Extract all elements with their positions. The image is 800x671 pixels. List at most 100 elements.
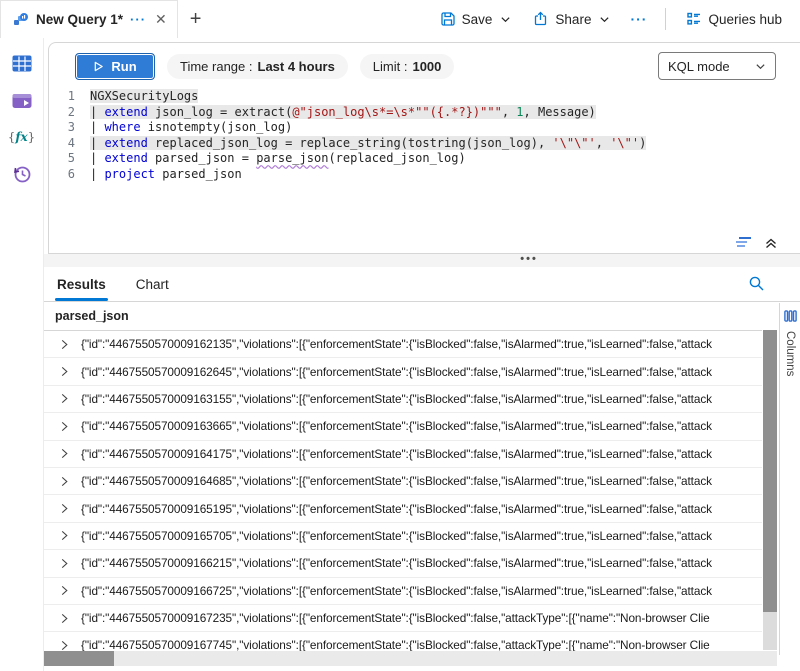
play-icon — [93, 61, 104, 72]
row-json-value: {"id":"4467550570009164175","violations"… — [81, 447, 712, 461]
columns-panel-label: Columns — [784, 331, 796, 376]
vertical-scrollbar[interactable] — [763, 330, 777, 650]
share-label: Share — [555, 12, 591, 27]
queries-hub-label: Queries hub — [708, 12, 782, 27]
run-button[interactable]: Run — [75, 53, 155, 80]
horizontal-scrollbar[interactable] — [44, 651, 777, 666]
tab-more-icon[interactable]: ··· — [130, 12, 146, 27]
row-expand-chevron-icon[interactable] — [59, 366, 70, 377]
column-header-parsed-json[interactable]: parsed_json — [44, 302, 762, 331]
tables-icon[interactable] — [11, 52, 33, 74]
row-expand-chevron-icon[interactable] — [59, 503, 70, 514]
query-editor-panel: Run Time range : Last 4 hours Limit : 10… — [48, 42, 800, 254]
limit-picker[interactable]: Limit : 1000 — [360, 54, 455, 79]
query-tab[interactable]: New Query 1* ··· ✕ — [0, 0, 178, 38]
collapse-editor-icon[interactable] — [764, 236, 778, 250]
adx-query-window: New Query 1* ··· ✕ + Save — [0, 0, 800, 671]
code-editor[interactable]: 1NGXSecurityLogs2| extend json_log = ext… — [49, 89, 800, 183]
table-row[interactable]: {"id":"4467550570009163665","violations"… — [44, 413, 762, 440]
horizontal-scrollbar-thumb[interactable] — [44, 651, 114, 666]
table-row[interactable]: {"id":"4467550570009163155","violations"… — [44, 386, 762, 413]
row-expand-chevron-icon[interactable] — [59, 476, 70, 487]
code-line[interactable]: 6| project parsed_json — [49, 167, 800, 183]
new-tab-button[interactable]: + — [190, 9, 202, 29]
code-line[interactable]: 4| extend replaced_json_log = replace_st… — [49, 136, 800, 152]
row-json-value: {"id":"4467550570009166725","violations"… — [81, 584, 712, 598]
row-json-value: {"id":"4467550570009165705","violations"… — [81, 529, 712, 543]
functions-icon[interactable]: {fx} — [11, 126, 33, 148]
row-json-value: {"id":"4467550570009166215","violations"… — [81, 556, 712, 570]
row-expand-chevron-icon[interactable] — [59, 530, 70, 541]
row-expand-chevron-icon[interactable] — [59, 585, 70, 596]
row-json-value: {"id":"4467550570009164685","violations"… — [81, 474, 712, 488]
line-number: 3 — [49, 120, 75, 136]
share-chevron-down-icon — [599, 14, 610, 25]
row-json-value: {"id":"4467550570009163665","violations"… — [81, 419, 712, 433]
time-range-label: Time range : — [180, 59, 253, 74]
toolbar-divider — [665, 8, 666, 30]
results-panel: Results Chart parsed_json {"id":"4467550… — [44, 267, 800, 671]
code-line[interactable]: 2| extend json_log = extract(@"json_log\… — [49, 105, 800, 121]
line-number: 6 — [49, 167, 75, 183]
mode-chevron-down-icon — [755, 61, 766, 72]
queries-hub-button[interactable]: Queries hub — [678, 7, 790, 31]
query-format-icon[interactable] — [736, 236, 754, 250]
line-number: 5 — [49, 151, 75, 167]
sample-queries-icon[interactable] — [11, 89, 33, 111]
columns-icon — [784, 310, 797, 322]
kql-mode-value: KQL mode — [668, 59, 730, 74]
table-row[interactable]: {"id":"4467550570009165195","violations"… — [44, 495, 762, 522]
table-row[interactable]: {"id":"4467550570009162135","violations"… — [44, 331, 762, 358]
table-row[interactable]: {"id":"4467550570009167235","violations"… — [44, 605, 762, 632]
tab-bar-actions: Save Share ··· — [432, 7, 800, 31]
tab-chart[interactable]: Chart — [136, 277, 169, 301]
table-row[interactable]: {"id":"4467550570009166215","violations"… — [44, 550, 762, 577]
code-line[interactable]: 5| extend parsed_json = parse_json(repla… — [49, 151, 800, 167]
row-expand-chevron-icon[interactable] — [59, 448, 70, 459]
row-expand-chevron-icon[interactable] — [59, 393, 70, 404]
table-row[interactable]: {"id":"4467550570009164175","violations"… — [44, 441, 762, 468]
save-icon — [440, 11, 456, 27]
time-range-picker[interactable]: Time range : Last 4 hours — [167, 54, 348, 79]
share-icon — [533, 11, 549, 27]
save-chevron-down-icon — [500, 14, 511, 25]
row-expand-chevron-icon[interactable] — [59, 640, 70, 651]
query-toolbar: Run Time range : Last 4 hours Limit : 10… — [49, 43, 800, 87]
more-options-icon[interactable]: ··· — [624, 11, 653, 27]
kql-mode-select[interactable]: KQL mode — [658, 52, 776, 80]
row-expand-chevron-icon[interactable] — [59, 339, 70, 350]
left-sidebar: {fx} — [0, 38, 44, 671]
row-json-value: {"id":"4467550570009167235","violations"… — [81, 611, 710, 625]
run-label: Run — [111, 59, 136, 74]
panel-splitter[interactable]: ••• — [44, 254, 800, 267]
query-history-icon[interactable] — [11, 163, 33, 185]
code-line[interactable]: 3| where isnotempty(json_log) — [49, 120, 800, 136]
line-number: 1 — [49, 89, 75, 105]
row-json-value: {"id":"4467550570009162135","violations"… — [81, 337, 712, 351]
save-label: Save — [462, 12, 493, 27]
tab-results[interactable]: Results — [57, 277, 106, 301]
tab-bar: New Query 1* ··· ✕ + Save — [0, 0, 800, 38]
limit-label: Limit : — [373, 59, 408, 74]
row-expand-chevron-icon[interactable] — [59, 421, 70, 432]
table-row[interactable]: {"id":"4467550570009164685","violations"… — [44, 468, 762, 495]
results-tab-bar: Results Chart — [44, 267, 800, 302]
row-json-value: {"id":"4467550570009162645","violations"… — [81, 365, 712, 379]
save-button[interactable]: Save — [432, 7, 520, 31]
table-row[interactable]: {"id":"4467550570009166725","violations"… — [44, 578, 762, 605]
columns-panel-toggle[interactable]: Columns — [779, 303, 800, 655]
code-line[interactable]: 1NGXSecurityLogs — [49, 89, 800, 105]
row-expand-chevron-icon[interactable] — [59, 613, 70, 624]
tab-title: New Query 1* — [36, 12, 123, 27]
editor-footer-actions — [736, 236, 778, 250]
line-number: 2 — [49, 105, 75, 121]
limit-value: 1000 — [412, 59, 441, 74]
search-results-icon[interactable] — [748, 275, 765, 292]
table-row[interactable]: {"id":"4467550570009165705","violations"… — [44, 523, 762, 550]
share-button[interactable]: Share — [525, 7, 618, 31]
vertical-scrollbar-thumb[interactable] — [763, 330, 777, 612]
table-row[interactable]: {"id":"4467550570009162645","violations"… — [44, 358, 762, 385]
row-expand-chevron-icon[interactable] — [59, 558, 70, 569]
tab-close-icon[interactable]: ✕ — [155, 11, 167, 28]
queries-hub-icon — [686, 11, 702, 27]
